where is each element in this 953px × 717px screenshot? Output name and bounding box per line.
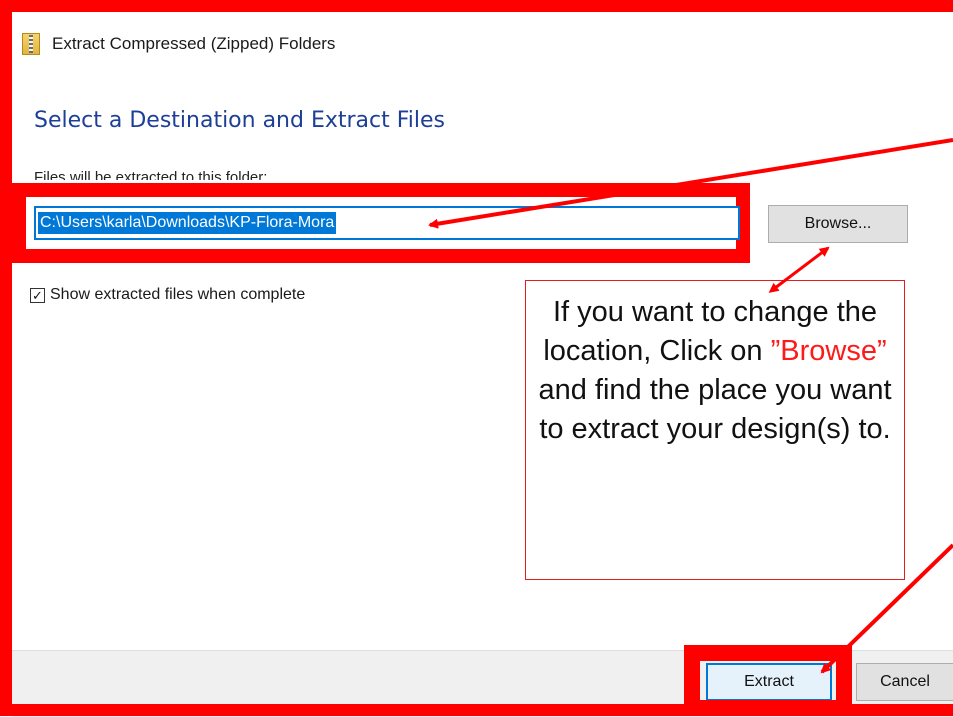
- zip-folder-icon: [22, 33, 40, 55]
- destination-path-input[interactable]: C:\Users\karla\Downloads\KP-Flora-Mora: [34, 206, 740, 240]
- title-bar: Extract Compressed (Zipped) Folders: [22, 28, 335, 60]
- show-files-checkbox-row[interactable]: ✓ Show extracted files when complete: [30, 286, 305, 304]
- dialog-heading: Select a Destination and Extract Files: [34, 108, 446, 133]
- extract-highlight-box: [684, 645, 852, 716]
- checkbox-label: Show extracted files when complete: [50, 286, 306, 303]
- cancel-button[interactable]: Cancel: [856, 663, 953, 701]
- callout-highlight: ”Browse”: [770, 335, 887, 367]
- path-label: Files will be extracted to this folder:: [34, 169, 268, 180]
- checkmark-icon: ✓: [32, 287, 43, 303]
- annotation-callout: If you want to change the location, Clic…: [525, 280, 905, 580]
- browse-button[interactable]: Browse...: [768, 205, 908, 243]
- path-value: C:\Users\karla\Downloads\KP-Flora-Mora: [38, 212, 337, 234]
- show-files-checkbox[interactable]: ✓: [30, 287, 45, 303]
- window-title: Extract Compressed (Zipped) Folders: [52, 34, 336, 53]
- callout-text-after: and find the place you want to extract y…: [538, 374, 892, 445]
